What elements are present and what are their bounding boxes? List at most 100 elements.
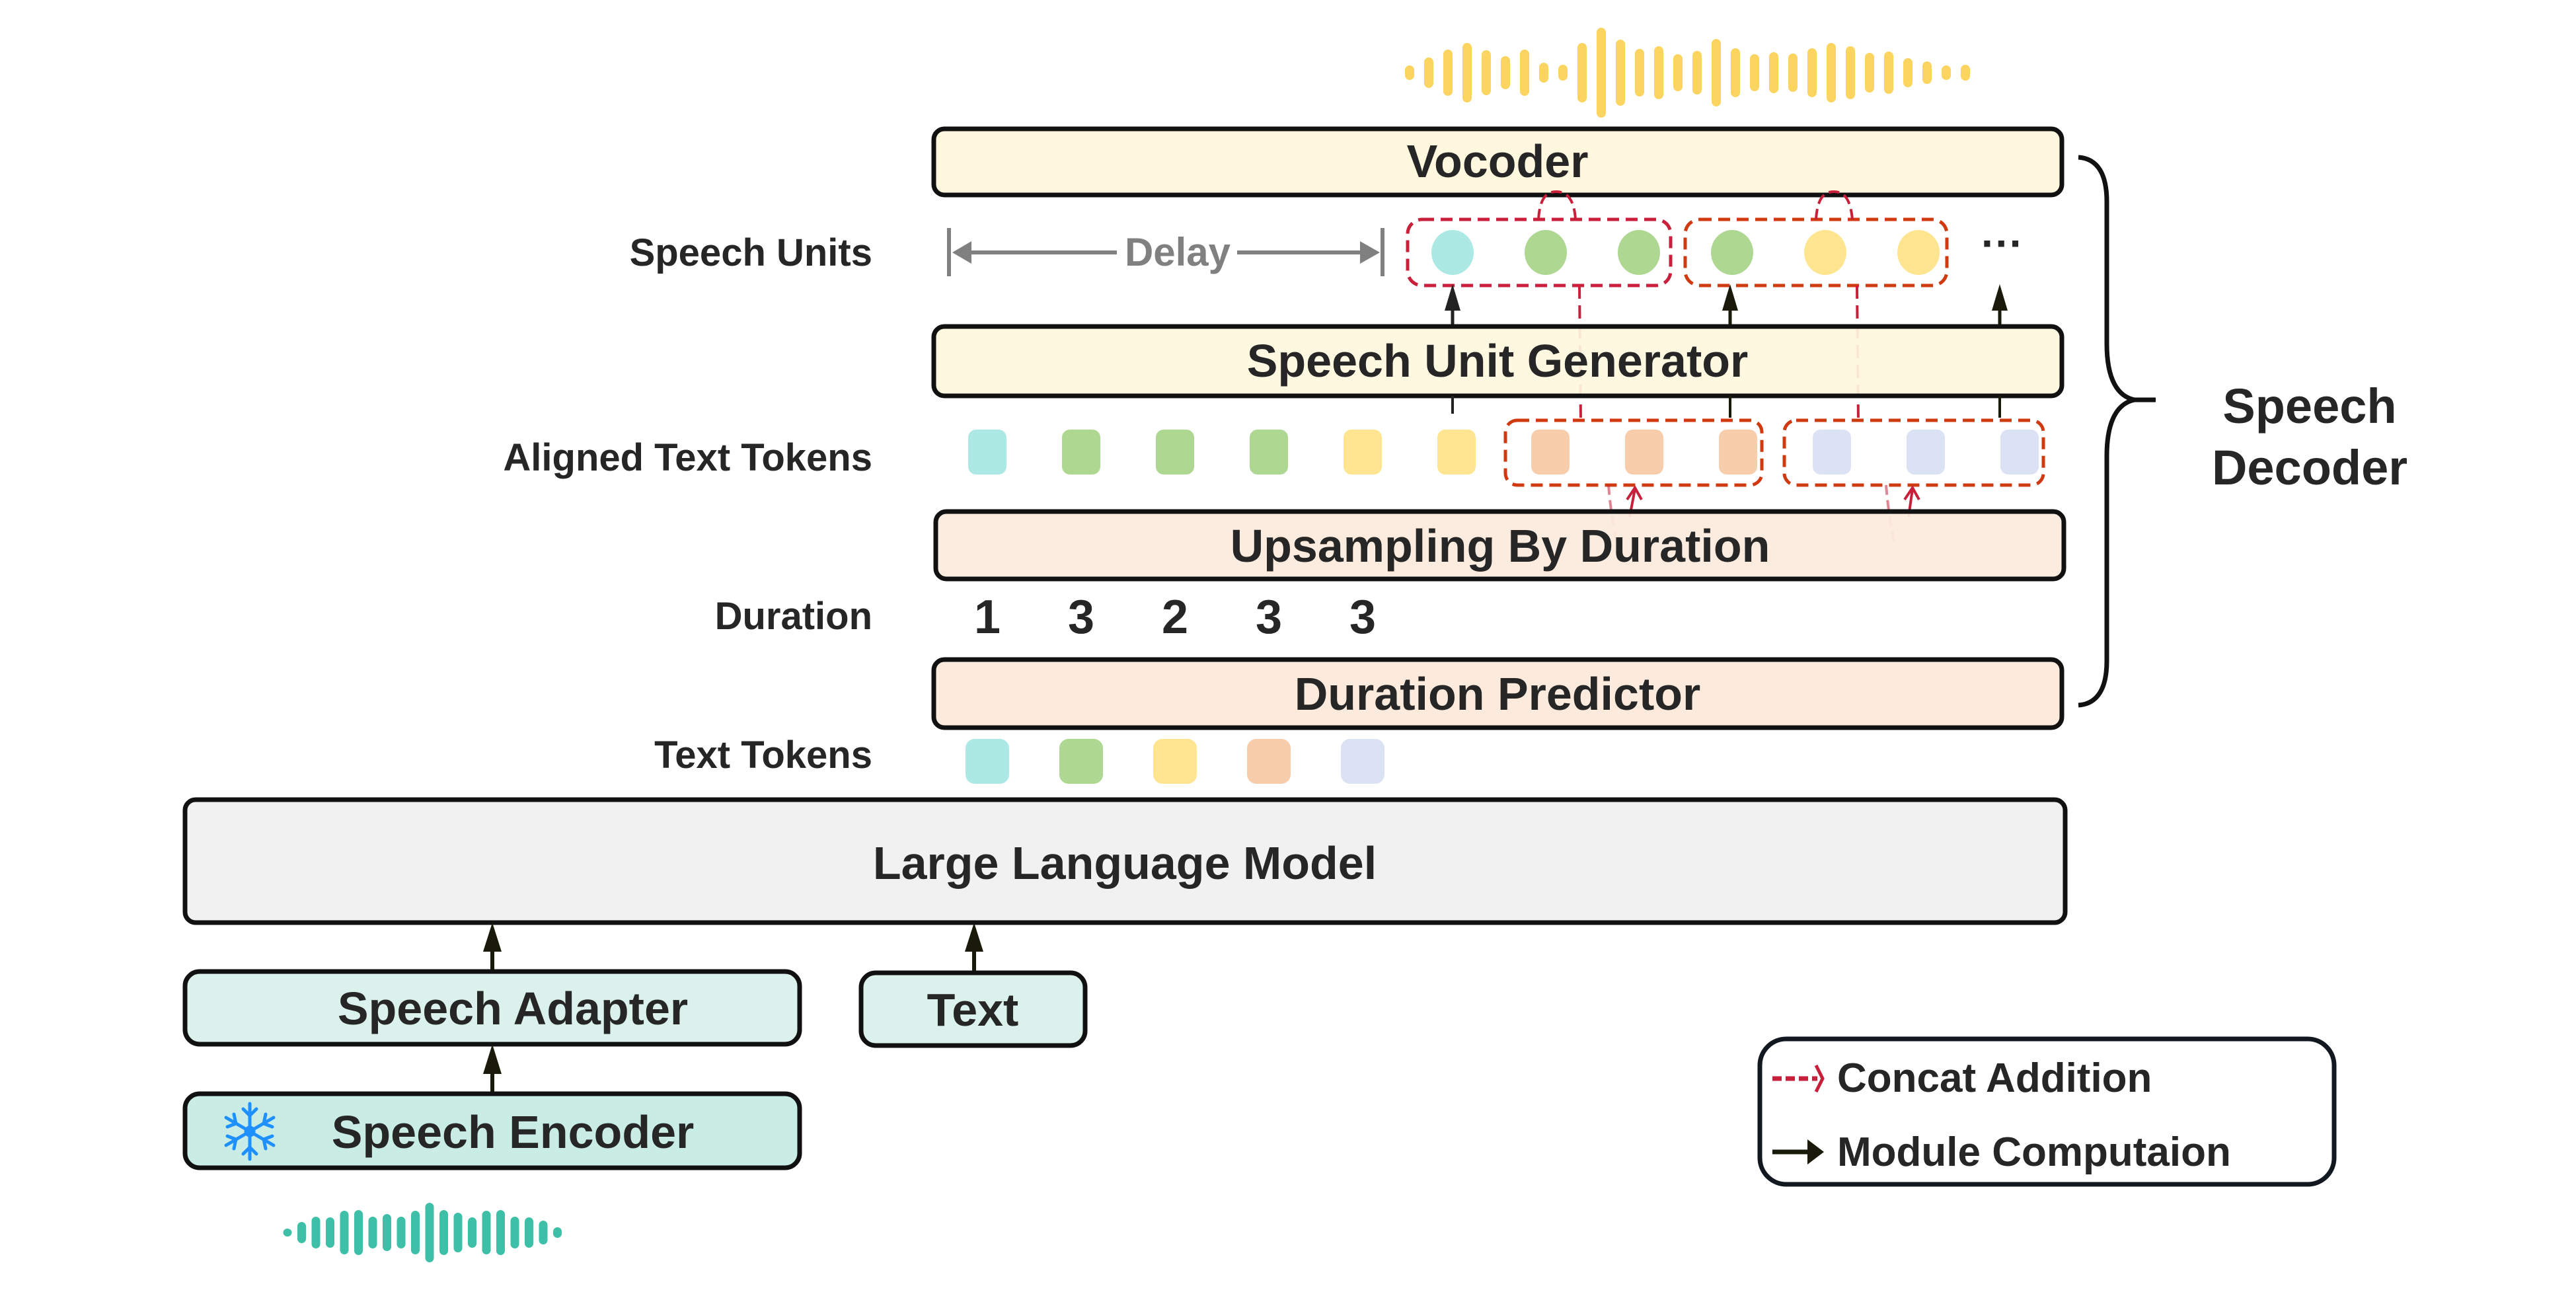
waveform-bar bbox=[368, 1217, 377, 1248]
waveform-bar bbox=[1462, 43, 1472, 102]
up-arrow-icon bbox=[1992, 284, 2008, 311]
aligned-text-token bbox=[1907, 430, 1945, 475]
waveform-bar bbox=[1731, 48, 1740, 97]
waveform-bar bbox=[1827, 43, 1836, 102]
aligned-text-tokens-label: Aligned Text Tokens bbox=[503, 436, 872, 479]
legend-label-module: Module Computaion bbox=[1837, 1129, 2231, 1175]
aligned-text-token bbox=[1250, 430, 1288, 475]
waveform-bar bbox=[311, 1217, 321, 1248]
waveform-bar bbox=[1903, 58, 1913, 87]
waveform-bar bbox=[1788, 54, 1798, 92]
duration-predictor-label: Duration Predictor bbox=[1295, 668, 1701, 720]
text-token bbox=[966, 739, 1009, 784]
speech-decoder-bracket: Speech Decoder bbox=[2078, 155, 2407, 708]
waveform-bar bbox=[510, 1217, 519, 1248]
waveform-bar bbox=[1865, 53, 1874, 93]
aligned-text-token bbox=[1062, 430, 1100, 475]
speech-unit bbox=[1618, 230, 1660, 275]
text-token bbox=[1059, 739, 1103, 784]
waveform-bar bbox=[397, 1217, 406, 1248]
speech-unit bbox=[1711, 230, 1753, 275]
waveform-bar bbox=[453, 1213, 463, 1252]
aligned-text-token bbox=[1719, 430, 1757, 475]
waveform-bar bbox=[1807, 48, 1817, 97]
up-arrow-icon bbox=[1445, 284, 1460, 311]
text-token bbox=[1247, 739, 1291, 784]
waveform-bar bbox=[1846, 46, 1855, 99]
text-tokens-row bbox=[966, 739, 1384, 784]
speech-unit bbox=[1431, 230, 1474, 275]
up-arrow-icon bbox=[1722, 284, 1738, 311]
aligned-text-token bbox=[1531, 430, 1570, 475]
waveform-bar bbox=[326, 1217, 334, 1248]
llm-module: Large Language Model bbox=[182, 797, 2068, 925]
aligned-text-tokens-row bbox=[968, 430, 2039, 475]
ellipsis: ··· bbox=[1981, 219, 2024, 267]
speech-units-label: Speech Units bbox=[630, 231, 872, 274]
aligned-text-token bbox=[968, 430, 1006, 475]
aligned-text-token bbox=[1344, 430, 1382, 475]
vocoder-label: Vocoder bbox=[1407, 135, 1589, 187]
delay-indicator: Delay bbox=[947, 228, 1384, 276]
aligned-text-token bbox=[2000, 430, 2039, 475]
text-input-module: Text bbox=[858, 970, 1088, 1048]
speech-unit bbox=[1525, 230, 1567, 275]
text-token bbox=[1341, 739, 1384, 784]
speech-unit-generator-module: Speech Unit Generator bbox=[931, 324, 2065, 399]
speech-decoder-diagram: Vocoder Speech Units Delay ··· Speech Un bbox=[182, 28, 2407, 1262]
duration-label: Duration bbox=[715, 595, 872, 638]
speech-unit bbox=[1804, 230, 1846, 275]
waveform-bar bbox=[1942, 65, 1951, 80]
duration-value: 2 bbox=[1162, 591, 1188, 644]
waveform-bar bbox=[383, 1214, 391, 1251]
vocoder-module: Vocoder bbox=[931, 126, 2065, 198]
right-arrowhead-icon bbox=[1360, 241, 1380, 264]
waveform-bar bbox=[1405, 65, 1414, 80]
waveform-bar bbox=[1692, 51, 1702, 95]
speech-units-row bbox=[1431, 230, 1940, 275]
speech-decoder-label-line2: Decoder bbox=[2212, 440, 2407, 495]
legend-item-module: Module Computaion bbox=[1772, 1129, 2231, 1175]
waveform-bar bbox=[496, 1210, 505, 1255]
waveform-bar bbox=[482, 1211, 491, 1254]
aligned-text-token bbox=[1156, 430, 1194, 475]
speech-unit bbox=[1897, 230, 1940, 275]
input-waveform-icon bbox=[283, 1203, 562, 1262]
waveform-bar bbox=[553, 1227, 562, 1238]
waveform-bar bbox=[425, 1203, 434, 1262]
waveform-bar bbox=[283, 1229, 292, 1237]
speech-encoder-module: Speech Encoder bbox=[182, 1091, 802, 1170]
waveform-bar bbox=[1558, 65, 1568, 81]
waveform-bar bbox=[340, 1211, 349, 1254]
legend-label-concat: Concat Addition bbox=[1837, 1055, 2152, 1101]
llm-label: Large Language Model bbox=[873, 837, 1377, 889]
duration-value: 1 bbox=[974, 591, 1001, 644]
waveform-bar bbox=[1443, 50, 1453, 96]
waveform-bar bbox=[1539, 63, 1548, 83]
up-arrow-icon bbox=[965, 923, 983, 952]
duration-predictor-module: Duration Predictor bbox=[931, 657, 2065, 730]
waveform-bar bbox=[1750, 54, 1759, 91]
legend: Concat Addition Module Computaion bbox=[1757, 1036, 2337, 1187]
speech-adapter-module: Speech Adapter bbox=[182, 969, 802, 1047]
aligned-text-token bbox=[1625, 430, 1663, 475]
waveform-bar bbox=[1597, 28, 1606, 118]
waveform-bar bbox=[1482, 50, 1491, 95]
waveform-bar bbox=[1922, 61, 1932, 84]
waveform-bar bbox=[354, 1210, 363, 1255]
aligned-text-token bbox=[1437, 430, 1476, 475]
waveform-bar bbox=[525, 1217, 533, 1248]
sug-input-lines bbox=[1451, 396, 2001, 418]
speech-adapter-label: Speech Adapter bbox=[338, 983, 688, 1034]
waveform-bar bbox=[1673, 54, 1683, 91]
waveform-bar bbox=[1616, 40, 1625, 106]
up-arrow-icon bbox=[483, 1044, 502, 1074]
waveform-bar bbox=[1424, 57, 1433, 88]
waveform-bar bbox=[1884, 52, 1893, 94]
duration-values-row: 1 3 2 3 3 bbox=[974, 591, 1376, 644]
up-arrow-icon bbox=[483, 923, 502, 952]
speech-unit-generator-label: Speech Unit Generator bbox=[1247, 335, 1749, 387]
text-tokens-label: Text Tokens bbox=[654, 734, 872, 777]
sug-output-arrows bbox=[1445, 284, 2008, 326]
duration-value: 3 bbox=[1256, 591, 1282, 644]
